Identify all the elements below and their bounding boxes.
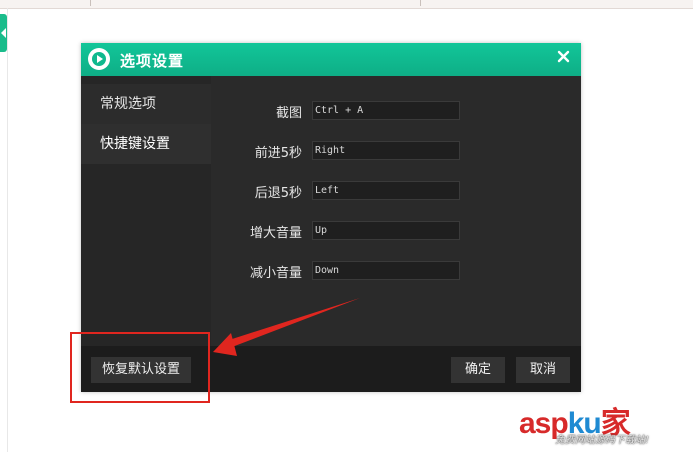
options-sidebar: 常规选项 快捷键设置 bbox=[81, 76, 211, 346]
page-divider bbox=[7, 8, 8, 452]
options-dialog: 选项设置 常规选项 快捷键设置 截图 前进5秒 后退5秒 增大音量 减小音量 恢… bbox=[81, 43, 581, 392]
shortcut-label-volume-down: 减小音量 bbox=[249, 266, 302, 281]
shortcut-input-forward[interactable] bbox=[312, 141, 460, 160]
collapse-panel-tab[interactable] bbox=[0, 14, 7, 52]
page-top-strip bbox=[0, 0, 693, 9]
shortcut-input-backward[interactable] bbox=[312, 181, 460, 200]
chevron-left-icon bbox=[1, 28, 6, 38]
shortcut-input-volume-up[interactable] bbox=[312, 221, 460, 240]
sidebar-item-general[interactable]: 常规选项 bbox=[81, 84, 211, 124]
top-strip-tick bbox=[90, 0, 91, 6]
shortcut-label-backward: 后退5秒 bbox=[254, 186, 302, 201]
close-button[interactable] bbox=[553, 46, 575, 68]
shortcut-label-volume-up: 增大音量 bbox=[249, 226, 302, 241]
shortcut-label-screenshot: 截图 bbox=[275, 106, 302, 121]
ok-button[interactable]: 确定 bbox=[451, 357, 505, 383]
site-watermark: aspku家 免费网站源码下载站! bbox=[519, 398, 689, 448]
shortcut-input-volume-down[interactable] bbox=[312, 261, 460, 280]
shortcut-input-screenshot[interactable] bbox=[312, 101, 460, 120]
watermark-tagline: 免费网站源码下载站! bbox=[555, 435, 650, 446]
sidebar-item-shortcuts[interactable]: 快捷键设置 bbox=[81, 124, 211, 164]
shortcut-settings-panel: 截图 前进5秒 后退5秒 增大音量 减小音量 bbox=[211, 76, 581, 346]
top-strip-tick bbox=[420, 0, 421, 6]
dialog-title: 选项设置 bbox=[120, 52, 185, 70]
cancel-button[interactable]: 取消 bbox=[516, 357, 570, 383]
dialog-titlebar[interactable]: 选项设置 bbox=[81, 43, 581, 76]
shortcut-label-forward: 前进5秒 bbox=[254, 146, 302, 161]
dialog-footer: 恢复默认设置 确定 取消 bbox=[81, 346, 581, 392]
app-logo-icon bbox=[88, 48, 110, 70]
close-icon bbox=[557, 50, 570, 63]
restore-defaults-button[interactable]: 恢复默认设置 bbox=[91, 357, 191, 383]
